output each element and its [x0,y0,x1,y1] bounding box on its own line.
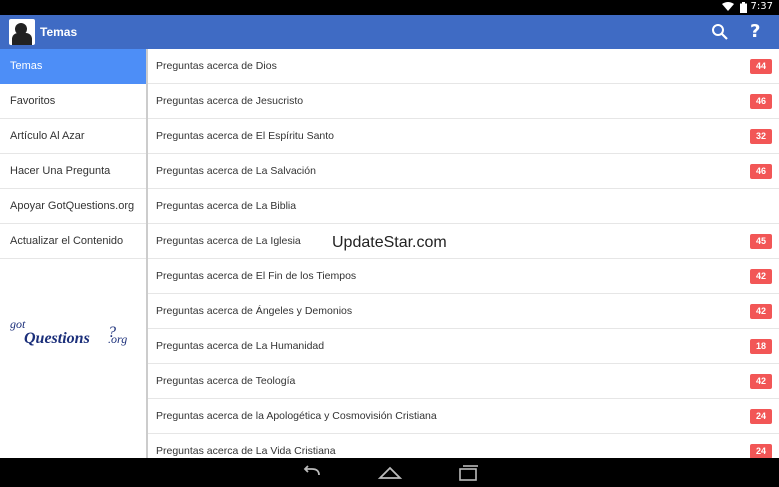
sidebar-item-actualizar[interactable]: Actualizar el Contenido [0,224,146,259]
topic-label: Preguntas acerca de La Iglesia [156,235,301,247]
sidebar-item-label: Temas [10,60,43,72]
sidebar-item-label: Actualizar el Contenido [10,235,124,247]
list-item[interactable]: Preguntas acerca de Dios 44 [148,49,779,84]
list-item[interactable]: Preguntas acerca de La Humanidad 18 [148,329,779,364]
status-bar: 7:37 [0,0,779,15]
count-badge: 46 [750,164,772,179]
recents-icon[interactable] [455,463,481,483]
count-badge: 42 [750,374,772,389]
battery-icon [740,2,747,13]
count-badge: 42 [750,269,772,284]
svg-text:Questions: Questions [24,330,90,347]
topic-label: Preguntas acerca de Teología [156,375,296,387]
watermark: UpdateStar.com [332,234,447,251]
topic-label: Preguntas acerca de la Apologética y Cos… [156,410,437,422]
page-title: Temas [40,25,78,39]
list-item[interactable]: Preguntas acerca de La Salvación 46 [148,154,779,189]
help-icon[interactable]: ? [750,21,760,42]
count-badge: 44 [750,59,772,74]
gotquestions-logo: got Questions ? .org [10,317,127,347]
list-item[interactable]: Preguntas acerca de Teología 42 [148,364,779,399]
search-icon[interactable] [711,23,729,41]
wifi-icon [722,2,734,11]
svg-text:got: got [10,317,26,331]
count-badge: 32 [750,129,772,144]
list-item[interactable]: Preguntas acerca de La Vida Cristiana 24 [148,434,779,458]
sidebar: Temas Favoritos Artículo Al Azar Hacer U… [0,49,147,458]
topic-label: Preguntas acerca de Dios [156,60,277,72]
list-item[interactable]: Preguntas acerca de El Fin de los Tiempo… [148,259,779,294]
sidebar-item-temas[interactable]: Temas [0,49,146,84]
topic-list: Preguntas acerca de Dios 44 Preguntas ace… [148,49,779,458]
list-item[interactable]: Preguntas acerca de Jesucristo 46 [148,84,779,119]
count-badge: 45 [750,234,772,249]
topic-label: Preguntas acerca de La Vida Cristiana [156,445,336,457]
svg-text:.org: .org [108,332,127,346]
back-icon[interactable] [299,463,325,483]
app-logo [9,19,35,45]
sidebar-item-favoritos[interactable]: Favoritos [0,84,146,119]
status-time: 7:37 [750,1,773,12]
topic-label: Preguntas acerca de La Salvación [156,165,316,177]
count-badge: 24 [750,409,772,424]
app-bar: Temas ? [0,15,779,49]
topic-label: Preguntas acerca de Ángeles y Demonios [156,305,353,317]
topic-label: Preguntas acerca de La Humanidad [156,340,325,352]
list-item[interactable]: Preguntas acerca de La Biblia [148,189,779,224]
count-badge: 42 [750,304,772,319]
sidebar-item-label: Hacer Una Pregunta [10,165,111,177]
topic-label: Preguntas acerca de La Biblia [156,200,297,212]
list-item[interactable]: Preguntas acerca de El Espíritu Santo 32 [148,119,779,154]
sidebar-item-label: Artículo Al Azar [10,130,85,142]
count-badge: 24 [750,444,772,458]
home-icon[interactable] [377,463,403,483]
list-item[interactable]: Preguntas acerca de La Iglesia 45 [148,224,779,259]
navigation-bar [0,458,779,487]
list-item[interactable]: Preguntas acerca de Ángeles y Demonios 42 [148,294,779,329]
count-badge: 18 [750,339,772,354]
sidebar-item-hacer-una-pregunta[interactable]: Hacer Una Pregunta [0,154,146,189]
topic-label: Preguntas acerca de El Espíritu Santo [156,130,335,142]
sidebar-item-label: Favoritos [10,95,56,107]
list-item[interactable]: Preguntas acerca de la Apologética y Cos… [148,399,779,434]
sidebar-item-apoyar[interactable]: Apoyar GotQuestions.org [0,189,146,224]
sidebar-item-articulo-al-azar[interactable]: Artículo Al Azar [0,119,146,154]
sidebar-item-label: Apoyar GotQuestions.org [10,200,135,212]
count-badge: 46 [750,94,772,109]
topic-label: Preguntas acerca de Jesucristo [156,95,304,107]
topic-label: Preguntas acerca de El Fin de los Tiempo… [156,270,357,282]
